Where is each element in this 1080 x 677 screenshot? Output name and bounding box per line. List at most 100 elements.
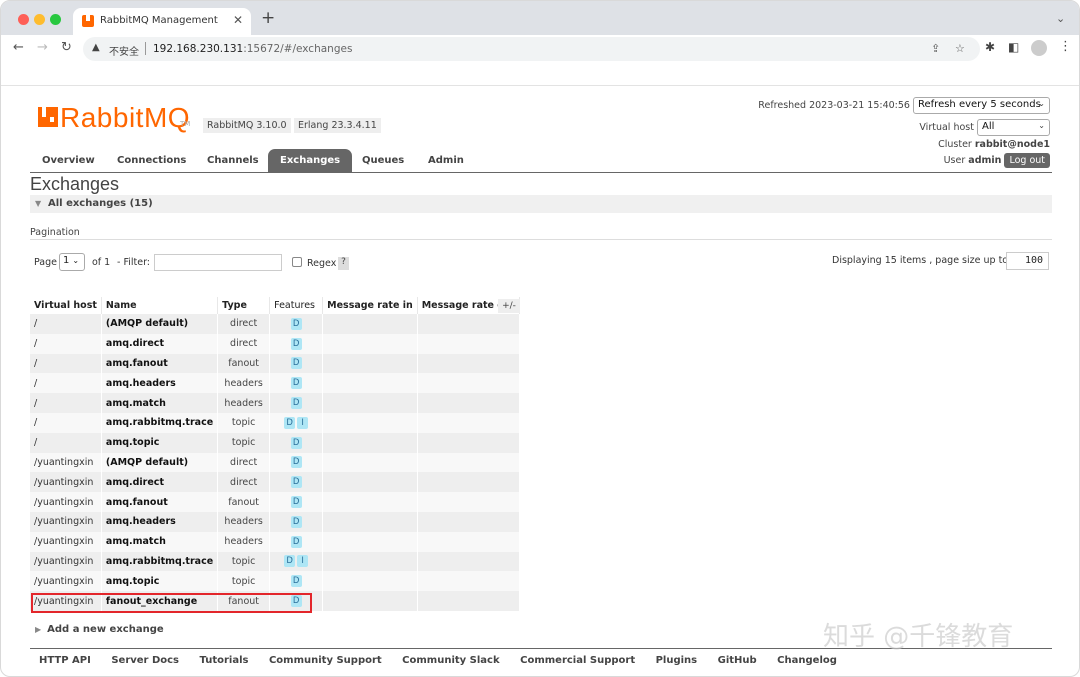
column-header-type[interactable]: Type — [217, 297, 271, 314]
cell-name[interactable]: amq.topic — [101, 432, 219, 453]
profile-avatar-icon[interactable] — [1031, 40, 1047, 56]
table-row[interactable]: /yuantingxin amq.match headers D — [30, 531, 521, 552]
cell-vhost[interactable]: /yuantingxin — [30, 472, 102, 493]
insecure-label[interactable]: 不安全 — [109, 43, 139, 58]
column-toggle-button[interactable]: +/- — [498, 299, 520, 313]
table-row[interactable]: /yuantingxin amq.topic topic D — [30, 571, 521, 592]
warning-icon[interactable]: ▲ — [92, 42, 100, 53]
tab-exchanges[interactable]: Exchanges — [268, 149, 353, 172]
share-icon[interactable]: ⇪ — [931, 42, 940, 55]
forward-arrow-icon[interactable]: → — [37, 40, 48, 55]
cell-name[interactable]: (AMQP default) — [101, 452, 219, 473]
back-arrow-icon[interactable]: ← — [13, 40, 24, 55]
footer-link-tutorials[interactable]: Tutorials — [200, 655, 249, 666]
cell-vhost[interactable]: /yuantingxin — [30, 492, 102, 512]
cell-name[interactable]: amq.match — [101, 531, 219, 552]
cell-rate-out — [417, 591, 521, 611]
cell-vhost[interactable]: / — [30, 412, 102, 433]
chevron-down-icon: ⌄ — [1038, 121, 1045, 130]
table-row[interactable]: /yuantingxin amq.rabbitmq.trace topic D I — [30, 551, 521, 572]
refresh-select[interactable]: Refresh every 5 seconds ⌄ — [913, 97, 1050, 114]
table-row[interactable]: / amq.topic topic D — [30, 432, 521, 453]
cell-name[interactable]: amq.headers — [101, 373, 219, 394]
cell-vhost[interactable]: /yuantingxin — [30, 511, 102, 532]
regex-checkbox[interactable] — [292, 257, 302, 267]
extensions-puzzle-icon[interactable]: ✱ — [985, 40, 995, 54]
footer-link-http-api[interactable]: HTTP API — [39, 655, 91, 666]
feature-badge: D — [290, 515, 302, 528]
cell-vhost[interactable]: / — [30, 393, 102, 413]
tab-close-icon[interactable]: ✕ — [233, 13, 243, 27]
table-row[interactable]: / amq.headers headers D — [30, 373, 521, 394]
address-bar[interactable]: ▲ 不安全 192.168.230.131:15672/#/exchanges … — [83, 37, 980, 61]
triangle-down-icon: ▼ — [35, 199, 42, 208]
reload-icon[interactable]: ↻ — [61, 40, 72, 55]
column-header-name[interactable]: Name — [101, 297, 219, 314]
cell-rate-out — [417, 393, 521, 413]
cell-name[interactable]: amq.rabbitmq.trace — [101, 412, 219, 433]
cell-name[interactable]: amq.fanout — [101, 492, 219, 512]
footer-link-commercial-support[interactable]: Commercial Support — [520, 655, 635, 666]
footer-link-community-slack[interactable]: Community Slack — [402, 655, 499, 666]
regex-help-button[interactable]: ? — [338, 257, 349, 270]
cell-vhost[interactable]: / — [30, 314, 102, 334]
cell-name[interactable]: amq.direct — [101, 333, 219, 354]
cell-name[interactable]: (AMQP default) — [101, 314, 219, 334]
tab-channels[interactable]: Channels — [195, 149, 271, 172]
add-exchange-section-toggle[interactable]: ▶ Add a new exchange — [30, 624, 164, 635]
cell-rate-in — [322, 373, 418, 394]
cell-features: D — [269, 314, 324, 334]
new-tab-button[interactable]: + — [261, 10, 275, 27]
cell-vhost[interactable]: /yuantingxin — [30, 571, 102, 592]
side-panel-icon[interactable]: ◧ — [1008, 40, 1019, 54]
tab-overview[interactable]: Overview — [30, 149, 107, 172]
cell-vhost[interactable]: /yuantingxin — [30, 531, 102, 552]
zoom-window-button[interactable] — [50, 14, 61, 25]
more-menu-icon[interactable]: ⋮ — [1059, 39, 1072, 54]
cell-features: D — [269, 571, 324, 592]
footer-link-plugins[interactable]: Plugins — [656, 655, 698, 666]
cell-vhost[interactable]: / — [30, 373, 102, 394]
page-select[interactable]: 1 ⌄ — [59, 253, 85, 271]
table-row[interactable]: / amq.fanout fanout D — [30, 353, 521, 374]
star-icon[interactable]: ☆ — [955, 42, 965, 55]
cell-vhost[interactable]: / — [30, 353, 102, 374]
url-text[interactable]: 192.168.230.131:15672/#/exchanges — [153, 43, 352, 55]
cell-name[interactable]: amq.fanout — [101, 353, 219, 374]
table-row[interactable]: /yuantingxin amq.direct direct D — [30, 472, 521, 493]
footer-link-server-docs[interactable]: Server Docs — [111, 655, 179, 666]
cell-vhost[interactable]: / — [30, 333, 102, 354]
footer-link-community-support[interactable]: Community Support — [269, 655, 382, 666]
cell-name[interactable]: amq.topic — [101, 571, 219, 592]
cell-name[interactable]: amq.headers — [101, 511, 219, 532]
tab-queues[interactable]: Queues — [350, 149, 416, 172]
footer-link-changelog[interactable]: Changelog — [777, 655, 837, 666]
all-exchanges-section-toggle[interactable]: ▼ All exchanges (15) — [30, 195, 1052, 213]
browser-tab[interactable]: RabbitMQ Management ✕ — [73, 8, 251, 35]
cell-name[interactable]: amq.direct — [101, 472, 219, 493]
column-header-vhost[interactable]: Virtual host — [30, 297, 102, 314]
minimize-window-button[interactable] — [34, 14, 45, 25]
chevron-down-icon[interactable]: ⌄ — [1056, 12, 1065, 25]
cell-vhost[interactable]: / — [30, 432, 102, 453]
close-window-button[interactable] — [18, 14, 29, 25]
cell-name[interactable]: amq.match — [101, 393, 219, 413]
page-size-input[interactable]: 100 — [1006, 252, 1049, 270]
table-row[interactable]: /yuantingxin (AMQP default) direct D — [30, 452, 521, 473]
filter-input[interactable] — [154, 254, 282, 271]
table-row[interactable]: / amq.rabbitmq.trace topic D I — [30, 412, 521, 433]
cell-vhost[interactable]: /yuantingxin — [30, 452, 102, 473]
cell-rate-in — [322, 492, 418, 512]
cell-name[interactable]: amq.rabbitmq.trace — [101, 551, 219, 572]
tab-admin[interactable]: Admin — [416, 149, 476, 172]
vhost-select[interactable]: All ⌄ — [977, 119, 1050, 136]
tab-connections[interactable]: Connections — [105, 149, 198, 172]
table-row[interactable]: / amq.match headers D — [30, 393, 521, 413]
table-row[interactable]: / amq.direct direct D — [30, 333, 521, 354]
table-row[interactable]: /yuantingxin amq.headers headers D — [30, 511, 521, 532]
cell-vhost[interactable]: /yuantingxin — [30, 551, 102, 572]
table-row[interactable]: /yuantingxin amq.fanout fanout D — [30, 492, 521, 512]
footer-link-github[interactable]: GitHub — [718, 655, 757, 666]
table-row[interactable]: / (AMQP default) direct D — [30, 314, 521, 334]
cell-rate-out — [417, 333, 521, 354]
